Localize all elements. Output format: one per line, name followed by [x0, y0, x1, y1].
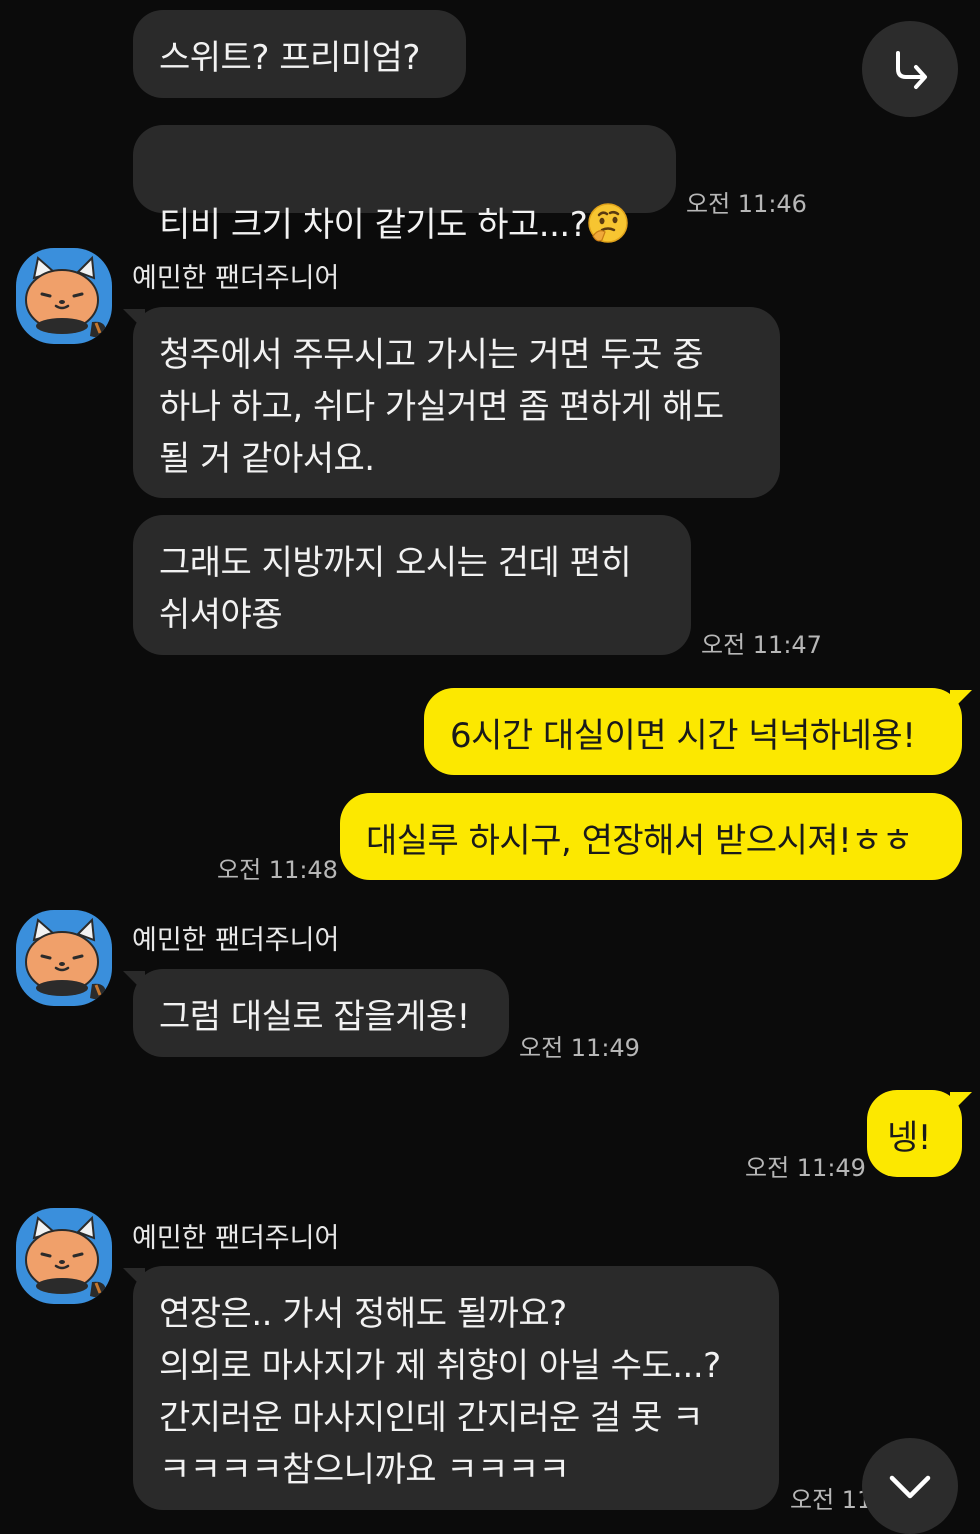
chevron-down-icon [889, 1475, 931, 1499]
sender-name: 예민한 팬더주니어 [132, 925, 340, 956]
share-arrow-icon [896, 51, 927, 89]
incoming-message[interactable]: 스위트? 프리미엄? [133, 10, 466, 98]
red-panda-avatar-icon [25, 917, 106, 1000]
incoming-message[interactable]: 티비 크기 차이 같기도 하고...? [133, 125, 676, 245]
message-text: 티비 크기 차이 같기도 하고...? [159, 205, 588, 245]
contact-avatar[interactable] [16, 248, 112, 344]
contact-avatar[interactable] [16, 1208, 112, 1304]
message-time: 오전 11:49 [519, 1034, 640, 1062]
scroll-to-bottom-button[interactable] [862, 1438, 958, 1534]
message-time: 오전 11:47 [701, 631, 822, 659]
message-time: 오전 11:46 [686, 190, 807, 218]
message-time: 오전 11:49 [745, 1154, 866, 1182]
sender-name: 예민한 팬더주니어 [132, 1223, 340, 1254]
thinking-face-icon [588, 203, 629, 243]
incoming-message[interactable]: 그럼 대실로 잡을게용! [123, 969, 509, 1057]
outgoing-message[interactable]: 넹! [867, 1090, 972, 1177]
sender-name: 예민한 팬더주니어 [132, 263, 340, 294]
red-panda-avatar-icon [25, 255, 106, 338]
chat-view[interactable]: 스위트? 프리미엄? 티비 크기 차이 같기도 하고...? 오전 11:46 [0, 0, 980, 1534]
red-panda-avatar-icon [25, 1215, 106, 1298]
share-button[interactable] [862, 21, 958, 117]
outgoing-message[interactable]: 대실루 하시구, 연장해서 받으시져!ㅎㅎ [340, 793, 962, 880]
incoming-message[interactable]: 청주에서 주무시고 가시는 거면 두곳 중 하나 하고, 쉬다 가실거면 좀 편… [123, 307, 780, 498]
contact-avatar[interactable] [16, 910, 112, 1006]
message-time: 오전 11:48 [217, 856, 338, 884]
incoming-message[interactable]: 그래도 지방까지 오시는 건데 편히 쉬셔야죵 [133, 515, 691, 655]
incoming-message[interactable]: 연장은.. 가서 정해도 될까요? 의외로 마사지가 제 취향이 아닐 수도..… [123, 1266, 779, 1510]
outgoing-message[interactable]: 6시간 대실이면 시간 넉넉하네용! [424, 688, 972, 775]
